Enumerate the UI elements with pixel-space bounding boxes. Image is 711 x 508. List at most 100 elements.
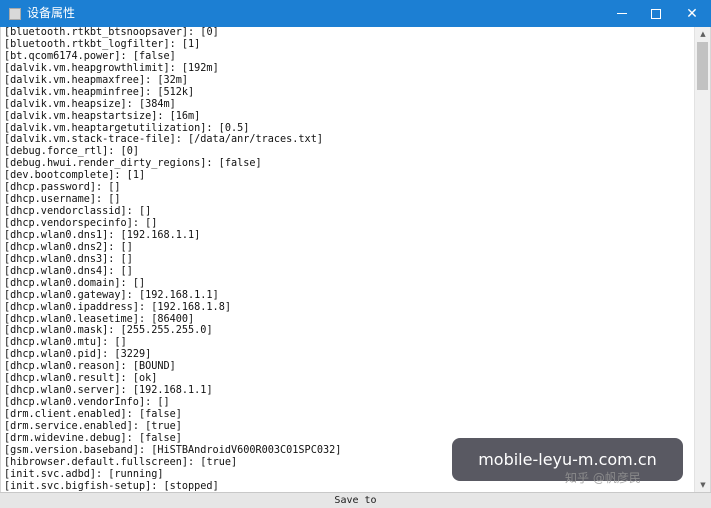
property-line: [dalvik.vm.heapstartsize]: [16m]: [4, 111, 694, 123]
separator: ]: [: [96, 349, 121, 361]
property-line: [dalvik.vm.heapsize]: [384m]: [4, 99, 694, 111]
bracket: ]: [169, 361, 176, 373]
bracket: ]: [212, 289, 219, 301]
property-key: dalvik.vm.heapsize: [10, 98, 121, 110]
bracket: ]: [188, 86, 195, 98]
separator: ]: [: [163, 62, 189, 74]
close-button[interactable]: ✕: [673, 0, 711, 27]
property-key: dalvik.vm.heaptargetutilization: [10, 122, 201, 134]
bracket: ]: [194, 38, 201, 50]
property-line: [dhcp.wlan0.mtu]: []: [4, 337, 694, 349]
separator: ]: [: [102, 241, 127, 253]
property-line: [bluetooth.rtkbt_logfilter]: [1]: [4, 39, 694, 51]
property-value: false: [145, 409, 176, 420]
separator: ]: [: [169, 134, 195, 146]
property-line: [dhcp.wlan0.mask]: [255.255.255.0]: [4, 325, 694, 337]
separator: ]: [: [126, 218, 152, 229]
separator: ]: [: [120, 289, 146, 301]
scroll-thumb[interactable]: [697, 42, 708, 90]
property-line: [dhcp.wlan0.result]: [ok]: [4, 373, 694, 385]
bracket: ]: [120, 337, 127, 349]
property-value: false: [138, 50, 170, 62]
bracket: ]: [169, 50, 176, 62]
property-line: [drm.client.enabled]: [false]: [4, 409, 694, 421]
separator: ]: [: [200, 122, 225, 134]
separator: ]: [: [200, 158, 225, 170]
separator: ]: [: [126, 420, 152, 432]
property-key: dhcp.wlan0.reason: [10, 361, 115, 373]
separator: ]: [: [132, 313, 158, 325]
scroll-down-arrow-icon[interactable]: ▼: [695, 478, 711, 492]
bracket: ]: [206, 325, 213, 337]
separator: ]: [: [89, 468, 115, 480]
minimize-button[interactable]: [605, 0, 639, 27]
property-line: [dhcp.wlan0.reason]: [BOUND]: [4, 361, 694, 373]
separator: ]: [: [114, 50, 139, 62]
property-key: dev.bootcomplete: [10, 170, 109, 182]
property-value: 192.168.1.1: [145, 289, 213, 301]
property-key: debug.hwui.render_dirty_regions: [10, 158, 201, 170]
bracket: ]: [151, 218, 158, 229]
property-line: [dhcp.username]: []: [4, 194, 694, 206]
property-value: false: [224, 158, 256, 170]
property-value: BOUND: [138, 361, 170, 373]
property-line: [dhcp.wlan0.dns2]: []: [4, 242, 694, 254]
property-key: dhcp.wlan0.mask: [10, 325, 103, 337]
property-line: [dhcp.wlan0.dns3]: []: [4, 254, 694, 266]
separator: ]: [: [163, 38, 189, 50]
property-value: /data/anr/traces.txt: [194, 134, 317, 146]
property-line: [bt.qcom6174.power]: [false]: [4, 51, 694, 63]
property-line: [dhcp.password]: []: [4, 182, 694, 194]
property-key: dhcp.vendorclassid: [10, 206, 121, 218]
property-key: dhcp.wlan0.server: [10, 385, 115, 397]
property-key: dhcp.wlan0.dns3: [10, 253, 103, 265]
separator: ]: [: [89, 182, 115, 194]
window-controls: ✕: [605, 0, 711, 27]
property-value: 512k: [163, 86, 189, 98]
property-line: [debug.force_rtl]: [0]: [4, 146, 694, 158]
separator: ]: [: [96, 337, 121, 349]
separator: ]: [: [102, 265, 127, 277]
property-line: [dhcp.wlan0.gateway]: [192.168.1.1]: [4, 290, 694, 302]
bracket: ]: [169, 98, 176, 110]
save-to-label: Save to: [334, 495, 377, 506]
bracket: ]: [175, 420, 182, 432]
property-value: 255.255.255.0: [126, 325, 207, 337]
bracket: ]: [194, 110, 201, 122]
scroll-up-arrow-icon[interactable]: ▲: [695, 27, 711, 41]
bracket: ]: [175, 409, 182, 420]
property-value: 192.168.1.8: [157, 301, 225, 313]
maximize-button[interactable]: [639, 0, 673, 27]
save-to-button[interactable]: Save to: [0, 492, 711, 508]
property-key: debug.force_rtl: [10, 146, 103, 158]
property-key: dhcp.wlan0.leasetime: [10, 313, 133, 325]
property-key: dhcp.wlan0.domain: [10, 277, 115, 289]
separator: ]: [: [138, 86, 164, 98]
bracket: ]: [138, 277, 146, 289]
title-bar: 设备属性 ✕: [0, 0, 711, 27]
bracket: ]: [114, 194, 121, 206]
property-key: bt.qcom6174.power: [10, 50, 115, 62]
separator: ]: [: [120, 409, 146, 420]
property-key: dhcp.wlan0.mtu: [10, 337, 97, 349]
separator: ]: [: [138, 397, 164, 409]
property-line: [dalvik.vm.heapminfree]: [512k]: [4, 87, 694, 99]
bracket: ]: [206, 385, 213, 397]
separator: ]: [: [120, 98, 146, 110]
property-key: dhcp.wlan0.dns2: [10, 241, 103, 253]
separator: ]: [: [89, 194, 115, 206]
bracket: ]: [126, 265, 133, 277]
property-line: [dev.bootcomplete]: [1]: [4, 170, 694, 182]
separator: ]: [: [132, 301, 158, 313]
close-icon: ✕: [686, 5, 698, 22]
separator: ]: [: [120, 432, 146, 444]
property-line: [dalvik.vm.heapgrowthlimit]: [192m]: [4, 63, 694, 75]
property-key: dalvik.vm.heapminfree: [10, 86, 139, 98]
property-value: 3229: [120, 349, 146, 361]
vertical-scrollbar[interactable]: ▲ ▼: [694, 27, 710, 492]
bracket: ]: [163, 397, 170, 409]
bracket: ]: [145, 349, 152, 361]
property-key: drm.service.enabled: [10, 420, 127, 432]
property-value: true: [151, 420, 176, 432]
property-value: 0.5: [224, 122, 244, 134]
